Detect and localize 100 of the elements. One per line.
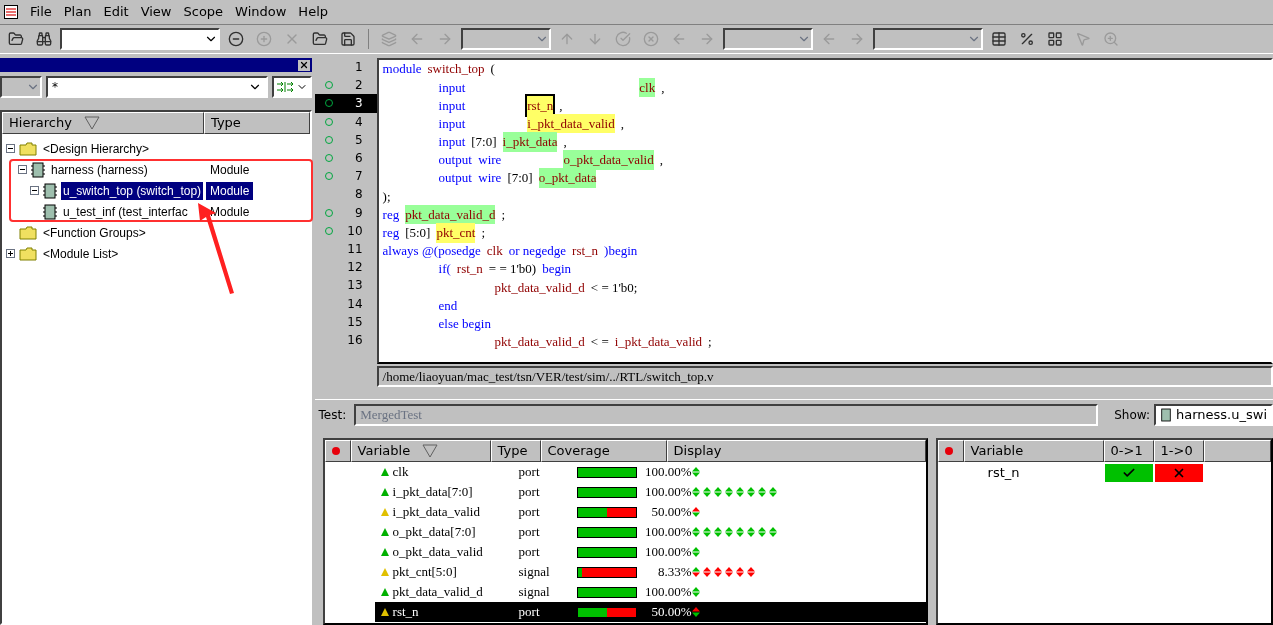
show-field[interactable]: harness.u_swi <box>1154 404 1273 426</box>
type-text: Module <box>206 181 254 200</box>
tree-item[interactable]: <Module List> <box>41 244 121 263</box>
filter-field[interactable]: * <box>46 76 268 98</box>
tree-item[interactable]: u_switch_top (switch_top) <box>61 181 204 200</box>
identifier-text: clk <box>639 77 656 98</box>
keyword-text: else begin <box>438 314 491 333</box>
keyword-text: input <box>438 114 466 133</box>
coverage-bar <box>576 606 637 618</box>
code-text: , <box>559 96 563 115</box>
menu-item[interactable]: Edit <box>103 2 129 22</box>
line-number: 10 <box>346 222 363 240</box>
arrows-icon <box>275 81 294 93</box>
keyword-text: always @(posedge <box>382 242 481 261</box>
type-text: Module <box>209 161 251 179</box>
variable-row[interactable]: o_pkt_data_valid port 100.00% <box>324 542 926 562</box>
variable-row[interactable]: i_pkt_data[7:0] port 100.00% <box>324 482 926 502</box>
column-header[interactable]: Coverage <box>540 440 667 462</box>
identifier-text: clk <box>486 242 503 261</box>
file-path-bar: /home/liaoyuan/mac_test/tsn/VER/test/sim/../RTL/switch_top.v <box>376 366 1273 387</box>
variable-name: rst_n <box>392 603 420 622</box>
variable-type: port <box>518 523 541 542</box>
coverage-percent: 100.00% <box>643 583 692 602</box>
line-number: 15 <box>346 313 363 331</box>
chip-icon <box>31 161 45 178</box>
filter-mode-combo[interactable] <box>271 76 312 98</box>
keyword-text: )begin <box>604 242 638 261</box>
code-text: < = 1'b0; <box>590 278 638 297</box>
toolbar-combo[interactable] <box>873 28 983 50</box>
variable-row[interactable]: rst_n port 50.00% <box>374 602 926 622</box>
scope-combo[interactable] <box>0 76 42 98</box>
marker-header[interactable] <box>937 440 964 462</box>
coverage-percent: 8.33% <box>656 563 692 582</box>
variable-type: port <box>518 483 541 502</box>
variable-row[interactable]: o_pkt_data[7:0] port 100.00% <box>324 522 926 542</box>
expand-icon[interactable] <box>6 249 15 258</box>
collapse-icon[interactable] <box>18 165 27 174</box>
column-header[interactable]: Variable <box>963 440 1104 462</box>
tree-item[interactable]: harness (harness) <box>49 160 150 179</box>
column-header[interactable]: Type <box>204 112 310 134</box>
menu-item[interactable]: Help <box>298 2 328 22</box>
identifier-text: i_pkt_data <box>502 132 558 152</box>
code-text: , <box>563 133 567 152</box>
column-header[interactable]: Display <box>666 440 926 462</box>
toolbar-combo[interactable] <box>723 28 813 50</box>
line-number: 2 <box>353 77 363 95</box>
line-number: 13 <box>346 277 363 295</box>
variable-row[interactable]: clk port 100.00% <box>324 462 926 482</box>
code-text: < = <box>590 333 609 352</box>
line-number: 14 <box>346 295 363 313</box>
identifier-text: o_pkt_data_valid <box>563 150 654 170</box>
collapse-icon[interactable] <box>6 144 15 153</box>
column-header[interactable]: 0->1 <box>1103 440 1154 462</box>
menu-item[interactable]: File <box>30 2 52 22</box>
tree-item[interactable]: <Design Hierarchy> <box>41 139 152 158</box>
column-header[interactable]: Type <box>490 440 541 462</box>
code-text: = = 1'b0) <box>488 260 537 279</box>
identifier-text: switch_top <box>427 60 485 79</box>
variable-name: o_pkt_data_valid <box>392 543 484 562</box>
line-number: 8 <box>353 186 363 204</box>
search-combo[interactable] <box>60 28 220 50</box>
chip-icon <box>43 182 57 199</box>
sort-icon[interactable] <box>83 116 100 130</box>
line-number: 7 <box>353 168 363 186</box>
collapse-icon[interactable] <box>30 186 39 195</box>
code-text: [7:0] <box>507 169 533 188</box>
variable-type: port <box>518 463 541 482</box>
column-header[interactable]: Variable <box>350 440 491 462</box>
keyword-text: or negedge <box>508 242 567 261</box>
variable-name: i_pkt_data[7:0] <box>392 483 474 502</box>
menu-item[interactable]: Window <box>235 2 287 22</box>
toolbar-combo[interactable] <box>461 28 551 50</box>
variable-row[interactable]: i_pkt_data_valid port 50.00% <box>324 502 926 522</box>
keyword-text: begin <box>542 260 572 279</box>
variable-row[interactable]: pkt_data_valid_d signal 100.00% <box>324 582 926 602</box>
column-header[interactable]: Hierarchy <box>2 112 204 134</box>
identifier-text: i_pkt_data_valid <box>527 113 615 134</box>
code-text: ; <box>481 224 486 243</box>
column-header[interactable]: 1->0 <box>1153 440 1204 462</box>
folder-icon <box>19 225 37 240</box>
menu-item[interactable]: Scope <box>183 2 224 22</box>
sort-icon[interactable] <box>422 444 439 458</box>
code-text: , <box>620 114 624 133</box>
code-text: ( <box>490 60 495 79</box>
variable-type: port <box>518 543 541 562</box>
tree-item[interactable]: u_test_inf (test_interfac <box>61 202 190 221</box>
close-button[interactable] <box>297 59 310 71</box>
identifier-text: rst_n <box>572 242 599 261</box>
tree-item[interactable]: <Function Groups> <box>41 223 148 242</box>
app-icon <box>4 5 18 19</box>
line-number: 16 <box>346 331 363 349</box>
code-text: [5:0] <box>405 224 431 243</box>
menu-item[interactable]: Plan <box>63 2 92 22</box>
variable-row[interactable]: pkt_cnt[5:0] signal 8.33% <box>324 562 926 582</box>
marker-header[interactable] <box>324 440 351 462</box>
coverage-bar <box>576 526 637 538</box>
coverage-bar <box>576 466 637 478</box>
line-number: 6 <box>353 150 363 168</box>
keyword-text: if( <box>438 260 451 279</box>
menu-item[interactable]: View <box>140 2 172 22</box>
